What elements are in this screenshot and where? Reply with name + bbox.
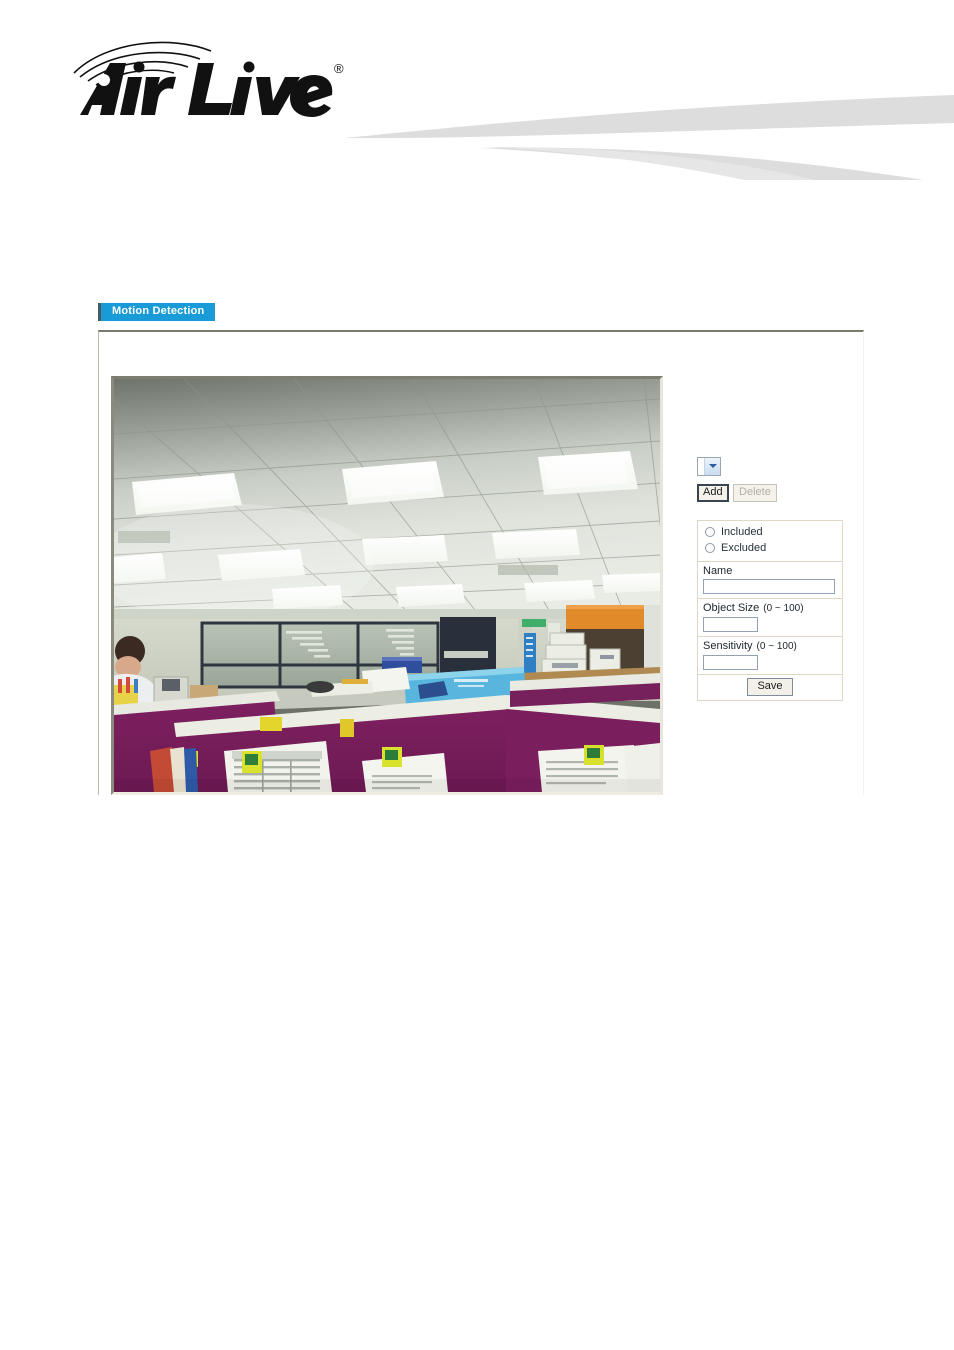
- radio-option-excluded[interactable]: Excluded: [705, 541, 838, 555]
- save-section: Save: [698, 675, 842, 700]
- window-action-buttons: Add Delete: [697, 484, 847, 502]
- object-size-label-text: Object Size: [703, 602, 760, 615]
- radio-included-label: Included: [721, 525, 763, 538]
- video-preview-frame[interactable]: [111, 376, 663, 795]
- camera-scene-image: [114, 379, 660, 792]
- tab-bar: Motion Detection: [98, 301, 216, 321]
- sensitivity-section: Sensitivity (0 ~ 100): [698, 637, 842, 676]
- name-input[interactable]: [703, 579, 835, 595]
- motion-detection-panel: Add Delete Included Excluded Name Object…: [98, 330, 864, 795]
- save-button[interactable]: Save: [747, 678, 793, 697]
- camera-live-view[interactable]: [114, 379, 660, 792]
- object-size-range: (0 ~ 100): [763, 603, 804, 615]
- sensitivity-input[interactable]: [703, 655, 758, 671]
- object-size-label: Object Size (0 ~ 100): [703, 602, 838, 615]
- chevron-down-icon[interactable]: [704, 458, 720, 475]
- name-label: Name: [703, 565, 733, 578]
- delete-button: Delete: [733, 484, 777, 502]
- page-header: ®: [0, 0, 954, 185]
- motion-window-select[interactable]: [697, 457, 721, 476]
- add-button[interactable]: Add: [697, 484, 729, 502]
- airlive-logo: ®: [73, 41, 344, 117]
- tab-motion-detection[interactable]: Motion Detection: [98, 303, 216, 321]
- window-select-row: [697, 457, 847, 481]
- sensitivity-label-text: Sensitivity: [703, 640, 753, 653]
- radio-excluded-label: Excluded: [721, 541, 767, 554]
- sensitivity-range: (0 ~ 100): [756, 641, 797, 653]
- header-swoosh-decoration: [344, 95, 954, 180]
- radio-option-included[interactable]: Included: [705, 525, 838, 539]
- name-section: Name: [698, 562, 842, 600]
- sensitivity-label: Sensitivity (0 ~ 100): [703, 640, 838, 653]
- object-size-input[interactable]: [703, 617, 758, 633]
- object-size-section: Object Size (0 ~ 100): [698, 599, 842, 638]
- motion-settings-panel: Included Excluded Name Object Size (0 ~ 1…: [697, 520, 843, 702]
- registered-trademark-symbol: ®: [334, 61, 344, 76]
- motion-window-controls: Add Delete Included Excluded Name Object…: [697, 457, 847, 702]
- radio-excluded-icon[interactable]: [705, 543, 715, 554]
- mode-section: Included Excluded: [698, 521, 842, 563]
- radio-included-icon[interactable]: [705, 527, 715, 538]
